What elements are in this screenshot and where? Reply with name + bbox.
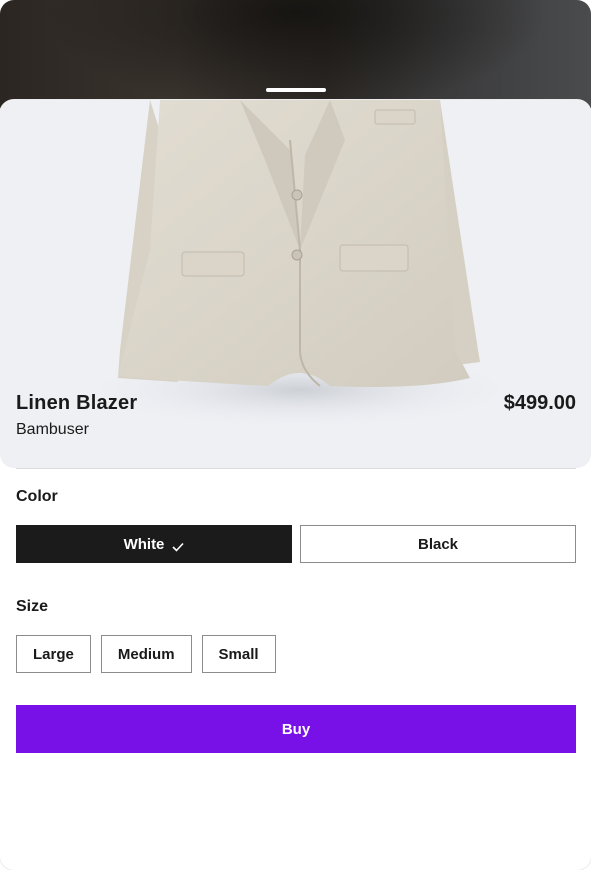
- product-title: Linen Blazer: [16, 392, 138, 414]
- size-option-large[interactable]: Large: [16, 635, 91, 673]
- sheet-grab-handle[interactable]: [266, 88, 326, 92]
- size-label: Size: [16, 598, 49, 615]
- size-option-medium[interactable]: Medium: [100, 635, 192, 673]
- color-option-white[interactable]: White: [16, 525, 292, 563]
- color-label: Color: [16, 488, 58, 505]
- size-options: Large Medium Small: [16, 635, 276, 673]
- divider: [16, 468, 576, 469]
- check-icon: [172, 539, 184, 552]
- size-option-label: Medium: [117, 645, 175, 663]
- buy-button[interactable]: Buy: [16, 705, 576, 753]
- product-brand: Bambuser: [16, 421, 89, 438]
- size-option-label: Large: [33, 645, 74, 663]
- product-sheet: Linen Blazer $499.00 Bambuser Color Whit…: [0, 100, 591, 870]
- product-info: Linen Blazer $499.00 Bambuser: [16, 392, 576, 439]
- size-option-label: Small: [218, 645, 259, 663]
- color-option-label: White: [123, 535, 165, 553]
- color-option-black[interactable]: Black: [300, 525, 576, 563]
- color-options: White Black: [16, 525, 576, 563]
- product-price: $499.00: [503, 392, 576, 414]
- size-option-small[interactable]: Small: [201, 635, 276, 673]
- color-option-label: Black: [417, 535, 459, 553]
